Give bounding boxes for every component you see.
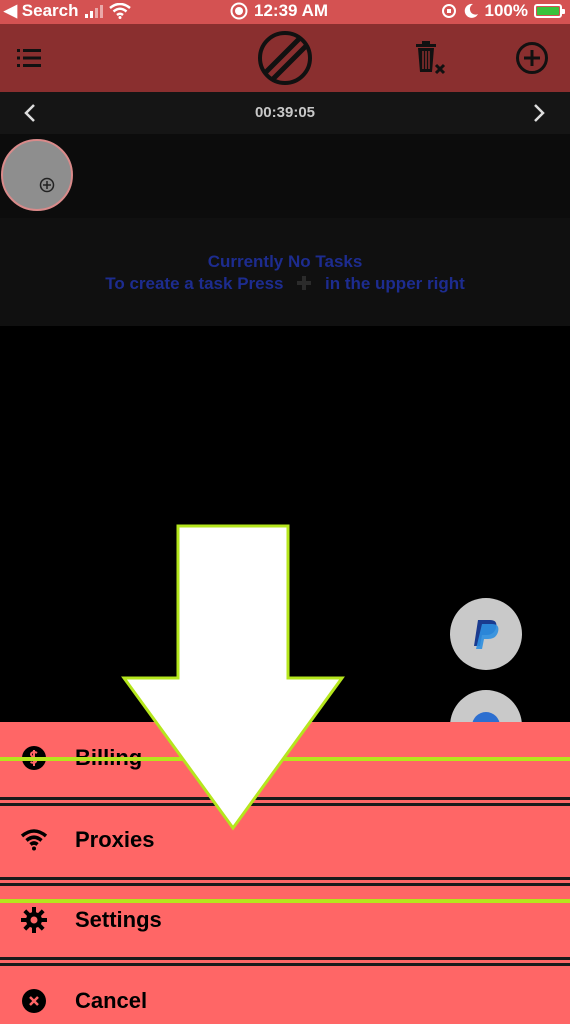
battery-icon	[534, 4, 565, 18]
proxies-label: Proxies	[75, 827, 155, 852]
rotation-lock-icon	[441, 4, 456, 18]
wifi-status-icon	[108, 3, 131, 19]
no-tasks-hint: To create a task Press in the upper righ…	[0, 274, 570, 294]
add-task-button[interactable]	[512, 38, 552, 78]
cellular-signal-icon	[84, 4, 103, 18]
x-circle-icon	[20, 987, 48, 1015]
cancel-option[interactable]: Cancel	[0, 965, 570, 1024]
slashed-circle-logo-icon	[258, 31, 312, 85]
app-logo	[253, 28, 317, 88]
delete-all-button[interactable]	[409, 38, 449, 78]
proxies-option[interactable]: Proxies	[0, 804, 570, 876]
add-profile-avatar[interactable]	[1, 139, 73, 211]
battery-percent: 100%	[484, 1, 528, 20]
settings-option[interactable]: Settings	[0, 884, 570, 956]
gear-icon	[20, 906, 48, 934]
paypal-button[interactable]	[450, 598, 522, 670]
back-to-search-link[interactable]: ◀ Search	[4, 1, 79, 21]
status-bar: ◀ Search 12:39 AM 100%	[0, 0, 570, 24]
cancel-label: Cancel	[75, 988, 148, 1013]
plus-icon	[297, 276, 312, 290]
divider	[0, 877, 570, 880]
trash-x-icon	[416, 41, 446, 75]
wifi-icon	[20, 826, 48, 854]
no-tasks-title: Currently No Tasks	[207, 252, 363, 271]
timer-bar: 00:39:05	[0, 92, 570, 134]
status-center: 12:39 AM	[230, 1, 328, 21]
timer-display: 00:39:05	[254, 104, 316, 121]
chevron-right-icon	[534, 104, 545, 122]
status-left: ◀ Search	[4, 1, 131, 21]
paypal-icon	[474, 620, 499, 649]
settings-label: Settings	[75, 907, 162, 932]
action-sheet: Billing Proxies	[0, 722, 570, 1024]
status-right: 100%	[441, 1, 565, 21]
empty-tasks-message: Currently No Tasks To create a task Pres…	[0, 218, 570, 326]
next-button[interactable]	[526, 100, 552, 126]
hint-text-before: To create a task Press	[105, 274, 284, 293]
status-time: 12:39 AM	[254, 1, 329, 20]
moon-icon	[464, 3, 478, 18]
list-icon	[17, 49, 41, 67]
app-header	[0, 24, 570, 92]
plus-circle-small-icon	[39, 177, 55, 193]
screen-record-icon	[230, 2, 248, 20]
highlight-line	[0, 899, 570, 903]
plus-circle-icon	[516, 42, 548, 74]
divider	[0, 957, 570, 960]
profile-row	[0, 134, 570, 218]
menu-button[interactable]	[9, 38, 49, 78]
highlight-line	[0, 757, 570, 761]
divider	[0, 797, 570, 800]
hint-text-after: in the upper right	[324, 274, 465, 293]
